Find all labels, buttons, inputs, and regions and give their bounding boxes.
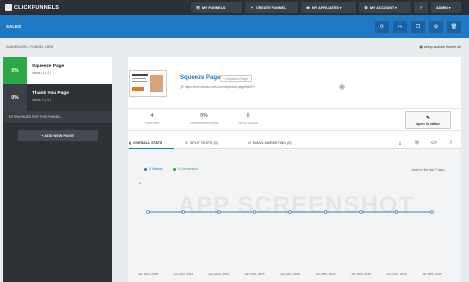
- data-point: [217, 210, 221, 214]
- my-account-button[interactable]: ⚙ MY ACCOUNT ▾: [359, 2, 411, 13]
- code-icon[interactable]: </>: [430, 140, 438, 146]
- data-point: [359, 210, 363, 214]
- open-in-editor-button[interactable]: ✎ open in editor: [405, 111, 451, 129]
- page-type-badge: ▭ Squeeze Page: [220, 75, 252, 82]
- x-tick-label: Jan 27th, 2015: [387, 272, 407, 276]
- x-tick-label: Jan 23rd, 2015: [244, 272, 264, 276]
- question-icon: ?: [419, 5, 423, 10]
- funnel-settings-button[interactable]: ⚙: [429, 21, 443, 33]
- chart-icon: ▮: [129, 140, 131, 145]
- funnel-steps-sidebar: 0% Squeeze Page views: 4 ( 4 ) 0% Thank …: [3, 57, 112, 282]
- add-new-page-button[interactable]: + ADD NEW PAGE: [17, 130, 98, 141]
- x-tick-label: Jan 22nd, 2015: [209, 272, 230, 276]
- x-tick-label: Jan 20th, 2015: [138, 272, 158, 276]
- visitors-stat: 4 VISITORS: [145, 113, 159, 125]
- step-views: views: 4 ( 4 ): [32, 71, 52, 75]
- page-name[interactable]: Squeeze Page: [180, 75, 220, 81]
- top-navbar: CLICKFUNNELS ☰ MY FUNNELS + CREATE FUNNEL …: [0, 0, 469, 15]
- edit-icon: ✎: [426, 115, 430, 120]
- total-leads-stat: 0 TOTAL LEADS: [238, 113, 258, 125]
- step-name: Squeeze Page: [32, 64, 65, 69]
- help-button[interactable]: ?: [414, 2, 428, 13]
- tab-split-tests[interactable]: ⇅ SPLIT TESTS (0): [185, 137, 218, 149]
- url-options-chevron-icon[interactable]: ▾: [339, 84, 345, 90]
- funnel-step-thank-you-page[interactable]: 0% Thank You Page views: 0 ( 0 ): [3, 84, 112, 111]
- download-icon[interactable]: ⤓: [396, 140, 404, 146]
- settings-icon: ⚙: [433, 24, 439, 30]
- data-point: [394, 210, 399, 214]
- data-point: [430, 210, 434, 214]
- page-url-link[interactable]: 🔗 https://test.clickfunnels.com/squeeze-…: [180, 85, 255, 89]
- tab-overall-stats[interactable]: ▮ OVERALL STATS: [129, 137, 174, 149]
- x-tick-label: Jan 21st, 2015: [174, 272, 194, 276]
- logo[interactable]: CLICKFUNNELS: [5, 0, 59, 15]
- data-point: [146, 210, 150, 214]
- wordpress-icon[interactable]: Ⓦ: [413, 140, 421, 146]
- watermark-text: APP SCREENSHOT: [178, 192, 414, 219]
- logo-text: CLICKFUNNELS: [14, 4, 60, 11]
- x-tick-label: Jan 24th, 2015: [280, 272, 300, 276]
- refresh-button[interactable]: ⟳: [375, 21, 389, 33]
- share-funnel-button[interactable]: ↪: [393, 21, 407, 33]
- page-stats: 4 VISITORS 0% CONVERSION RATE 0 TOTAL LEADS…: [128, 108, 461, 131]
- funnel-header: SALES ⟳ ↪ ❐ ⚙ 🗑: [0, 15, 469, 38]
- clone-funnel-button[interactable]: ❐: [411, 21, 425, 33]
- line-chart-svg: APP SCREENSHOT 0 Jan 20th, 2015 Jan 21st, …: [138, 181, 442, 276]
- x-tick-label: Jan 25th, 2015: [316, 272, 336, 276]
- delete-funnel-button[interactable]: 🗑: [447, 21, 461, 33]
- plus-icon: +: [250, 5, 254, 10]
- funnel-step-squeeze-page[interactable]: 0% Squeeze Page views: 4 ( 4 ): [3, 57, 112, 84]
- data-point: [252, 210, 257, 214]
- x-tick-label: Jan 26th, 2015: [351, 272, 371, 276]
- data-point: [288, 210, 292, 214]
- overall-stats-chart: 0 Visitors 0 Conversion stats for the la…: [128, 149, 461, 282]
- list-icon: ☰: [196, 5, 200, 10]
- breadcrumb[interactable]: DASHBOARD / FUNNEL VIEW: [6, 45, 53, 49]
- step-conversion-badge: 0%: [3, 57, 27, 84]
- clone-icon: ❐: [415, 24, 421, 30]
- share-icon: ⇄: [306, 5, 310, 10]
- user-icon: ⚙: [364, 5, 368, 10]
- tab-email-marketing[interactable]: ✉ EMAIL MARKETING (0): [248, 137, 291, 149]
- step-conversion-badge: 0%: [3, 84, 27, 111]
- x-tick-label: Jan 28th, 2015: [422, 272, 442, 276]
- admin-button[interactable]: ADMIN ▾: [431, 2, 461, 13]
- setup-custom-url-link[interactable]: ▦ setup custom funnel url: [419, 45, 461, 49]
- mail-icon: ✉: [248, 141, 252, 145]
- data-point: [323, 210, 328, 214]
- create-funnel-button[interactable]: + CREATE FUNNEL: [245, 2, 298, 13]
- funnel-title: SALES: [6, 24, 22, 29]
- step-views: views: 0 ( 0 ): [32, 98, 52, 102]
- page-detail-panel: Squeeze Page ▭ Squeeze Page 🔗 https://te…: [128, 57, 461, 282]
- facebook-icon[interactable]: f: [447, 140, 455, 146]
- delete-icon: 🗑: [450, 24, 458, 30]
- data-point: [181, 210, 186, 214]
- refresh-icon: ⟳: [379, 24, 385, 30]
- conversion-rate-stat: 0% CONVERSION RATE: [189, 113, 219, 125]
- y-tick-label: 0: [139, 181, 141, 185]
- logo-icon: [5, 4, 12, 11]
- my-affiliates-button[interactable]: ⇄ MY AFFILIATES ▾: [301, 2, 356, 13]
- my-funnels-button[interactable]: ☰ MY FUNNELS: [191, 2, 242, 13]
- page-thumbnail[interactable]: [129, 70, 167, 97]
- split-icon: ⇅: [185, 141, 189, 145]
- share-icon: ↪: [397, 24, 403, 30]
- extra-pages-toggle[interactable]: EXTRA PAGES FOR THIS FUNNEL...: [3, 111, 112, 123]
- step-name: Thank You Page: [32, 91, 69, 96]
